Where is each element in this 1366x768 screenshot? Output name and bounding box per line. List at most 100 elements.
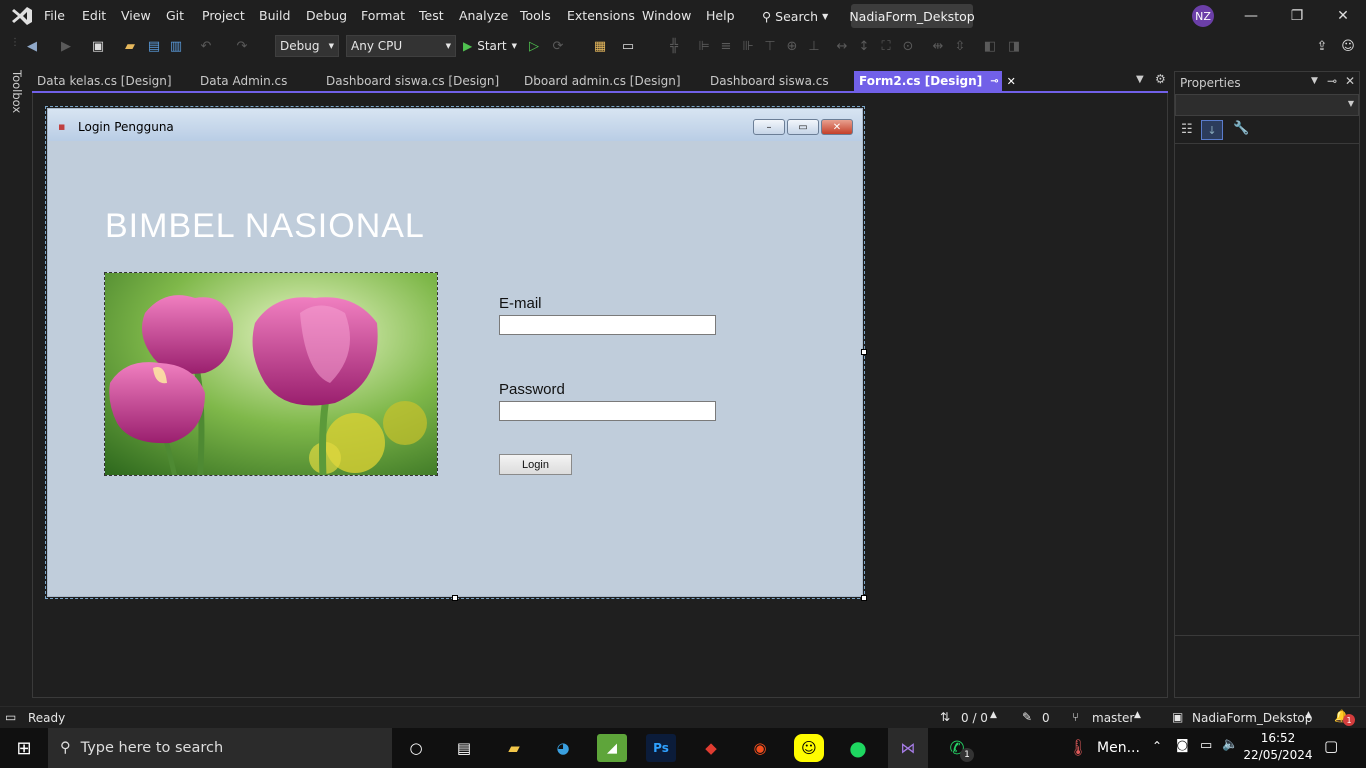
task-view-icon[interactable]: ▤: [449, 734, 479, 762]
action-center-icon[interactable]: ▢: [1324, 737, 1338, 755]
file-explorer-icon[interactable]: ▰: [499, 734, 529, 762]
email-textbox[interactable]: [499, 315, 716, 335]
visual-studio-taskbar-icon[interactable]: ⋈: [888, 728, 928, 768]
menu-window[interactable]: Window: [642, 8, 691, 23]
branch-name[interactable]: master: [1092, 711, 1134, 725]
chevron-up-icon[interactable]: ▲: [1305, 710, 1312, 720]
visual-studio-logo-icon[interactable]: [10, 5, 34, 27]
property-pages-icon[interactable]: 🔧: [1233, 121, 1249, 136]
tab-dashboard-siswa[interactable]: Dashboard siswa.cs: [705, 71, 834, 91]
gear-icon[interactable]: ⚙: [1155, 72, 1166, 86]
align-grid-icon[interactable]: ╬: [664, 37, 684, 55]
app-heading[interactable]: BIMBEL NASIONAL: [105, 207, 425, 246]
photoshop-icon[interactable]: Ps: [646, 734, 676, 762]
menu-view[interactable]: View: [121, 8, 151, 23]
tulip-picturebox[interactable]: [104, 272, 438, 476]
horizontal-spacing-icon[interactable]: ⇹: [928, 37, 948, 55]
chevron-up-icon[interactable]: ▲: [990, 710, 997, 720]
solution-explorer-icon[interactable]: ▦: [590, 37, 610, 55]
zoom-icon[interactable]: ⊙: [898, 37, 918, 55]
show-hidden-icons-icon[interactable]: ⌃: [1152, 739, 1162, 753]
resize-handle-bottom[interactable]: [452, 595, 458, 601]
close-tab-icon[interactable]: ✕: [1007, 75, 1016, 88]
start-debugging-button[interactable]: ▶ Start ▼: [463, 36, 523, 56]
menu-test[interactable]: Test: [419, 8, 444, 23]
weather-text[interactable]: Men...: [1097, 740, 1140, 756]
menu-build[interactable]: Build: [259, 8, 290, 23]
new-project-icon[interactable]: ▣: [88, 37, 108, 55]
sketchup-icon[interactable]: ◆: [696, 734, 726, 762]
object-selector-dropdown[interactable]: ▼: [1175, 94, 1359, 116]
vertical-spacing-icon[interactable]: ⇳: [950, 37, 970, 55]
battery-icon[interactable]: ▭: [1200, 738, 1212, 753]
chevron-down-icon[interactable]: ▼: [1311, 76, 1318, 86]
align-tops-icon[interactable]: ⊤: [760, 37, 780, 55]
pin-icon[interactable]: ⊸: [1327, 74, 1337, 88]
feedback-icon[interactable]: ☺: [1338, 37, 1358, 55]
thermometer-icon[interactable]: 🌡: [1068, 738, 1088, 757]
form-maximize-icon[interactable]: ▭: [787, 119, 819, 135]
resize-handle-corner[interactable]: [861, 595, 867, 601]
menu-format[interactable]: Format: [361, 8, 405, 23]
bring-to-front-icon[interactable]: ◧: [980, 37, 1000, 55]
coreldraw-icon[interactable]: ◢: [597, 734, 627, 762]
menu-analyze[interactable]: Analyze: [459, 8, 508, 23]
close-panel-icon[interactable]: ✕: [1345, 74, 1355, 88]
menu-debug[interactable]: Debug: [306, 8, 347, 23]
form-close-icon[interactable]: ✕: [821, 119, 853, 135]
align-rights-icon[interactable]: ⊪: [738, 37, 758, 55]
redo-icon[interactable]: ↷: [232, 37, 252, 55]
form-minimize-icon[interactable]: –: [753, 119, 785, 135]
tab-dboard-admin-design[interactable]: Dboard admin.cs [Design]: [519, 71, 686, 91]
tab-list-dropdown-icon[interactable]: ▼: [1136, 74, 1144, 85]
tab-form2-design[interactable]: Form2.cs [Design] ⊸ ✕: [854, 71, 1016, 91]
snapchat-icon[interactable]: ☺: [794, 734, 824, 762]
git-changes-count[interactable]: 0 / 0: [961, 711, 988, 725]
categorized-icon[interactable]: ☷: [1181, 122, 1193, 137]
platform-select[interactable]: Any CPU ▼: [346, 35, 456, 57]
windows-start-icon[interactable]: ⊞: [9, 734, 39, 762]
cortana-icon[interactable]: ○: [401, 734, 431, 762]
size-to-grid-icon[interactable]: ⛶: [876, 37, 896, 55]
align-middles-icon[interactable]: ⊕: [782, 37, 802, 55]
volume-icon[interactable]: 🔈: [1222, 737, 1238, 752]
tab-dashboard-siswa-design[interactable]: Dashboard siswa.cs [Design]: [321, 71, 504, 91]
resize-handle-right[interactable]: [861, 349, 867, 355]
solution-name-badge[interactable]: NadiaForm_Dekstop: [849, 4, 975, 28]
output-icon[interactable]: ▭: [5, 710, 16, 724]
configuration-select[interactable]: Debug ▼: [275, 35, 339, 57]
pending-edits-count[interactable]: 0: [1042, 711, 1050, 725]
align-bottoms-icon[interactable]: ⊥: [804, 37, 824, 55]
menu-git[interactable]: Git: [166, 8, 184, 23]
tab-data-kelas-design[interactable]: Data kelas.cs [Design]: [32, 71, 177, 91]
menu-project[interactable]: Project: [202, 8, 245, 23]
account-avatar[interactable]: NZ: [1192, 5, 1214, 27]
open-folder-icon[interactable]: ▰: [120, 37, 140, 55]
search-button[interactable]: ⚲ Search ▼: [762, 5, 834, 27]
tab-order-icon[interactable]: ▭: [618, 37, 638, 55]
spotify-icon[interactable]: ●: [843, 734, 873, 762]
login-button[interactable]: Login: [499, 454, 572, 475]
save-icon[interactable]: ▤: [144, 37, 164, 55]
restore-button[interactable]: ❐: [1274, 0, 1320, 32]
menu-extensions[interactable]: Extensions: [567, 8, 635, 23]
login-form-window[interactable]: ▪ Login Pengguna – ▭ ✕ BIMBEL NASIONAL E…: [47, 108, 863, 597]
tab-data-admin[interactable]: Data Admin.cs: [195, 71, 292, 91]
repository-name[interactable]: NadiaForm_Dekstop: [1192, 711, 1312, 725]
edge-browser-icon[interactable]: ◕: [548, 734, 578, 762]
minimize-button[interactable]: —: [1228, 0, 1274, 32]
figma-icon[interactable]: ◉: [745, 734, 775, 762]
align-centers-icon[interactable]: ≡: [716, 37, 736, 55]
alphabetical-icon[interactable]: ↓: [1201, 120, 1223, 140]
password-textbox[interactable]: [499, 401, 716, 421]
taskbar-search-box[interactable]: ⚲ Type here to search: [48, 728, 392, 768]
navigate-forward-icon[interactable]: ▶: [56, 37, 76, 55]
meet-now-icon[interactable]: ◙: [1176, 738, 1189, 753]
menu-file[interactable]: File: [44, 8, 65, 23]
pin-icon[interactable]: ⊸: [990, 76, 998, 87]
save-all-icon[interactable]: ▥: [166, 37, 186, 55]
navigate-back-icon[interactable]: ◀: [22, 37, 42, 55]
start-without-debugging-icon[interactable]: ▷: [524, 37, 544, 55]
chevron-up-icon[interactable]: ▲: [1134, 710, 1141, 720]
make-same-height-icon[interactable]: ↕: [854, 37, 874, 55]
